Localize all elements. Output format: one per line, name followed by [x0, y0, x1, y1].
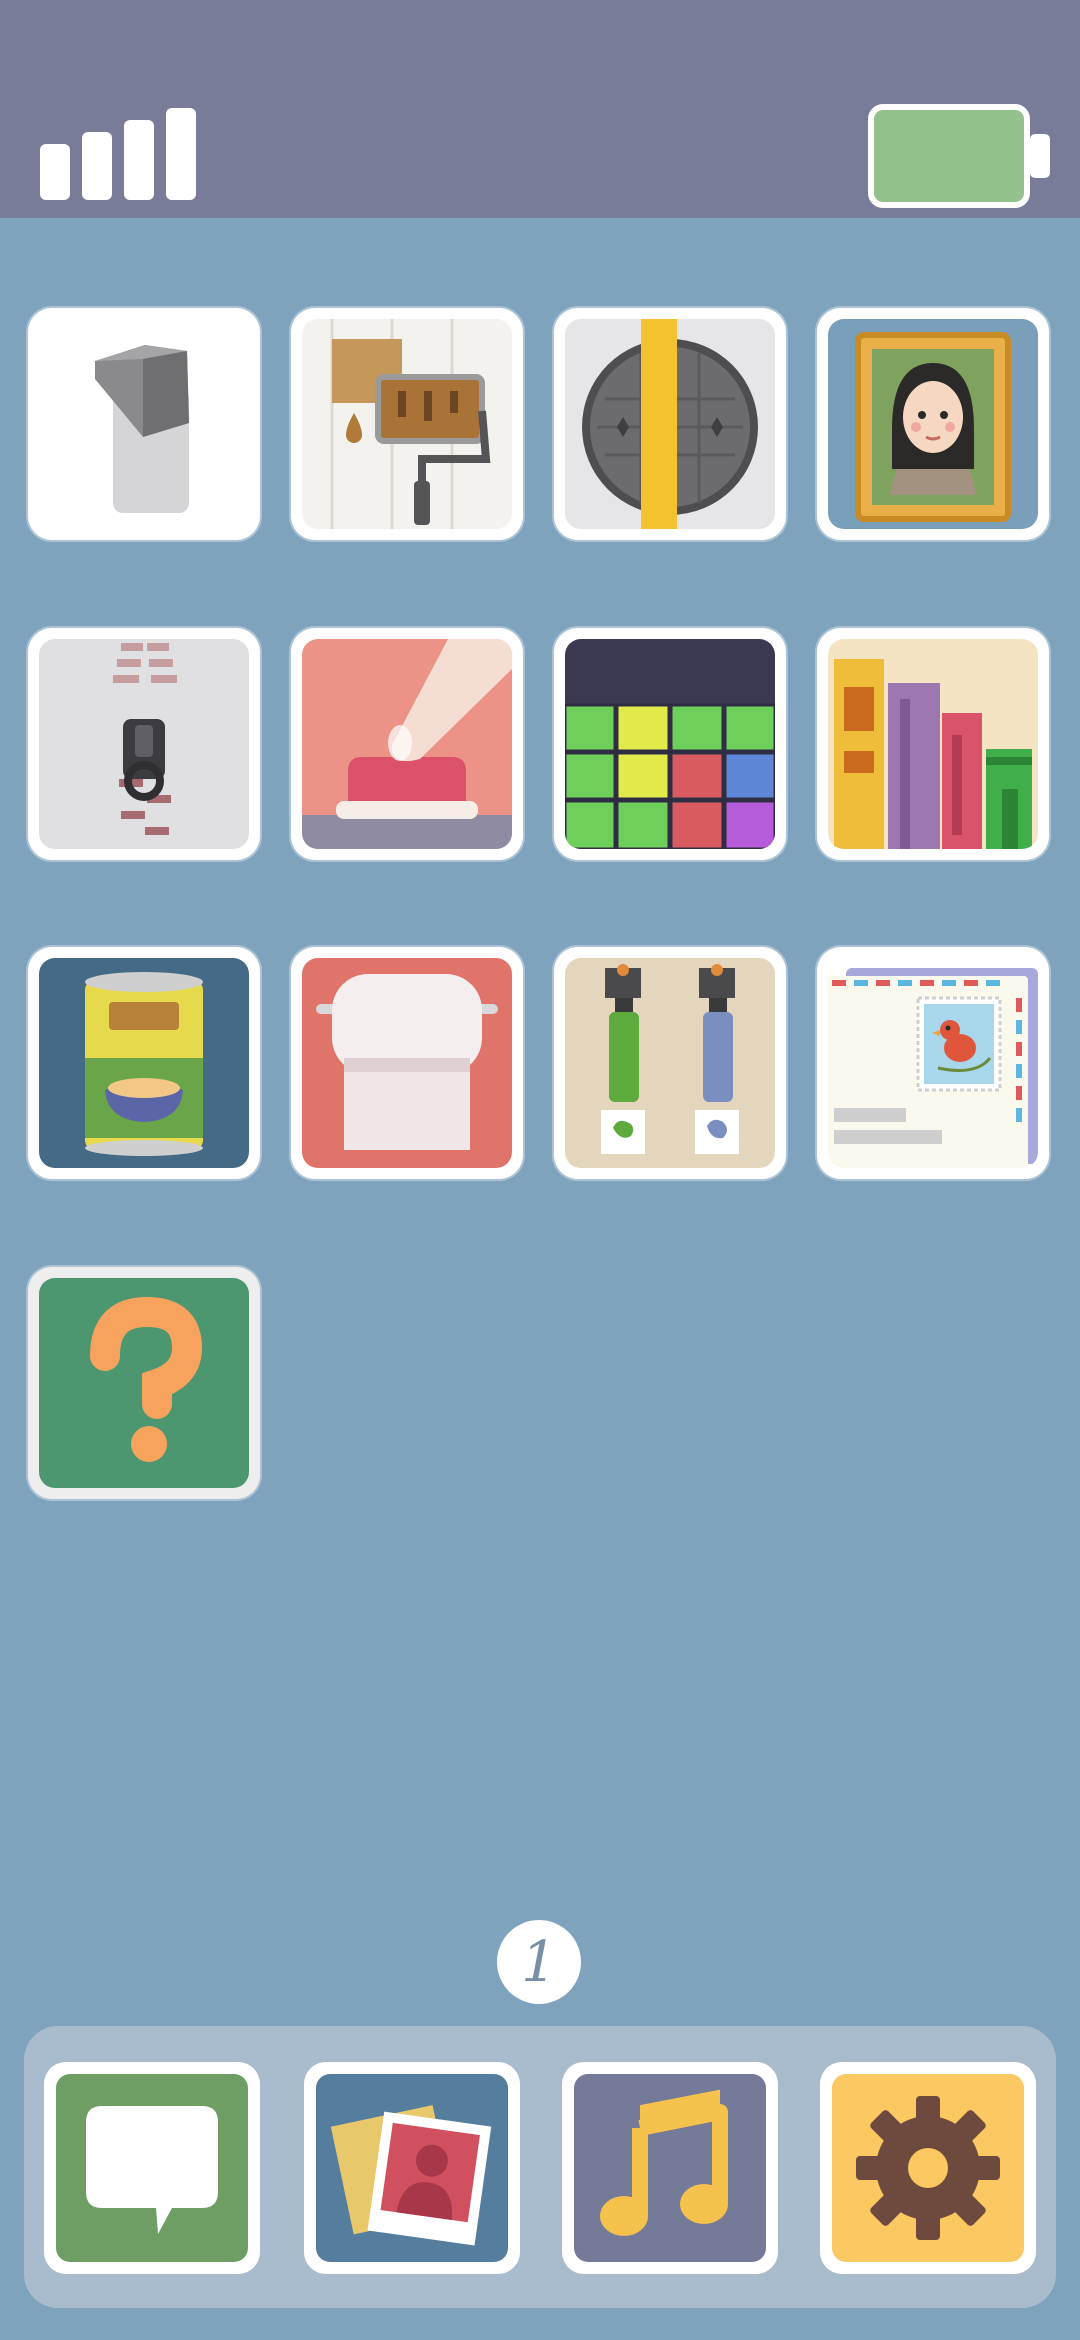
- zipper-icon: [113, 643, 177, 835]
- settings-gear-icon: [856, 2096, 1000, 2240]
- app-tile-zipper[interactable]: [28, 628, 260, 860]
- app-tile-block-puzzle[interactable]: [554, 628, 786, 860]
- message-bubble-icon: [86, 2106, 218, 2234]
- toilet-paper-icon: [316, 974, 498, 1150]
- app-tile-paint-tubes[interactable]: [554, 947, 786, 1179]
- app-tile-mystery[interactable]: [28, 1267, 260, 1499]
- paint-tubes-icon: [601, 964, 739, 1154]
- push-button-icon: [302, 639, 512, 849]
- question-mark-icon: [90, 1296, 203, 1462]
- manhole-cover-icon: [582, 319, 758, 529]
- page-indicator[interactable]: 1: [497, 1920, 581, 2004]
- app-tile-push-button[interactable]: [291, 628, 523, 860]
- app-tile-light-switch[interactable]: [28, 308, 260, 540]
- block-puzzle-icon: [565, 703, 775, 849]
- dock-app-photos[interactable]: [304, 2062, 520, 2274]
- dock-app-settings[interactable]: [820, 2062, 1036, 2274]
- photos-icon: [330, 2105, 492, 2246]
- signal-bars-icon: [40, 108, 196, 200]
- framed-portrait-icon: [855, 332, 1011, 522]
- app-tile-portrait[interactable]: [817, 308, 1049, 540]
- light-switch-icon: [95, 345, 189, 513]
- airmail-envelope-icon: [828, 968, 1038, 1168]
- soup-can-icon: [85, 972, 203, 1156]
- paint-roller-icon: [330, 319, 491, 529]
- app-tile-manhole[interactable]: [554, 308, 786, 540]
- battery-icon: [868, 104, 1050, 208]
- dock-app-music[interactable]: [562, 2062, 778, 2274]
- app-tile-airmail[interactable]: [817, 947, 1049, 1179]
- dock: [24, 2026, 1056, 2308]
- bookshelf-icon: [834, 659, 1032, 849]
- app-tile-soup-can[interactable]: [28, 947, 260, 1179]
- app-tile-bookshelf[interactable]: [817, 628, 1049, 860]
- app-tile-paint-roller[interactable]: [291, 308, 523, 540]
- app-tile-toilet-paper[interactable]: [291, 947, 523, 1179]
- status-bar: [0, 0, 1080, 218]
- dock-app-messages[interactable]: [44, 2062, 260, 2274]
- music-note-icon: [600, 2089, 728, 2236]
